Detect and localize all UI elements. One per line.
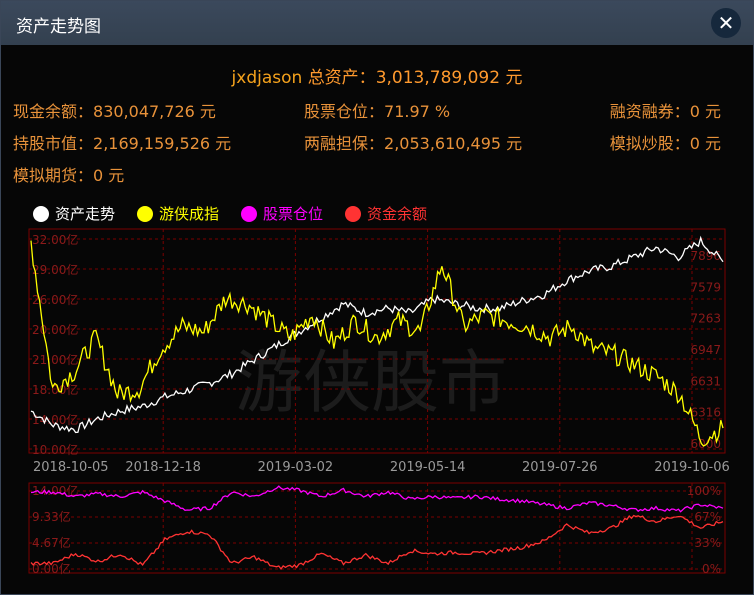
right-tick-label: 6316 xyxy=(690,406,721,420)
left-tick-label: 32.00亿 xyxy=(32,232,78,247)
x-tick-label: 2019-05-14 xyxy=(390,460,466,475)
x-tick-label: 2018-10-05 xyxy=(33,460,109,475)
x-tick-label: 2019-10-06 xyxy=(654,460,730,475)
left-tick-label: 20.00亿 xyxy=(32,322,78,337)
series-position-line xyxy=(30,485,724,513)
left-tick-label: 9.33亿 xyxy=(32,509,71,524)
series-cash-line xyxy=(30,514,724,570)
right-tick-label: 7263 xyxy=(690,312,721,326)
left-tick-label: 29.00亿 xyxy=(32,262,78,277)
right-tick-label: 6631 xyxy=(690,374,721,388)
right-tick-label: 100% xyxy=(687,484,721,498)
asset-trend-window: 资产走势图 ✕ jxdjason 总资产：3,013,789,092 元 现金余… xyxy=(0,0,754,595)
bottom-plot: 14.00亿9.33亿4.67亿0.00亿100%67%33%0% xyxy=(28,482,726,576)
left-tick-label: 21.00亿 xyxy=(32,352,78,367)
x-tick-label: 2019-03-02 xyxy=(258,460,334,475)
right-tick-label: 0% xyxy=(702,562,721,576)
right-tick-label: 6947 xyxy=(690,343,721,357)
left-tick-label: 4.67亿 xyxy=(32,535,71,550)
right-tick-label: 33% xyxy=(694,536,721,550)
left-tick-label: 10.00亿 xyxy=(32,442,78,457)
x-tick-label: 2018-12-18 xyxy=(125,460,201,475)
asset-trend-chart: 游侠股市 2018-10-05 2018-12-18 2019-03-02 2019-… xyxy=(28,228,730,576)
right-tick-label: 7579 xyxy=(690,280,721,294)
watermark: 游侠股市 xyxy=(235,344,507,423)
x-tick-label: 2019-07-26 xyxy=(522,460,598,475)
